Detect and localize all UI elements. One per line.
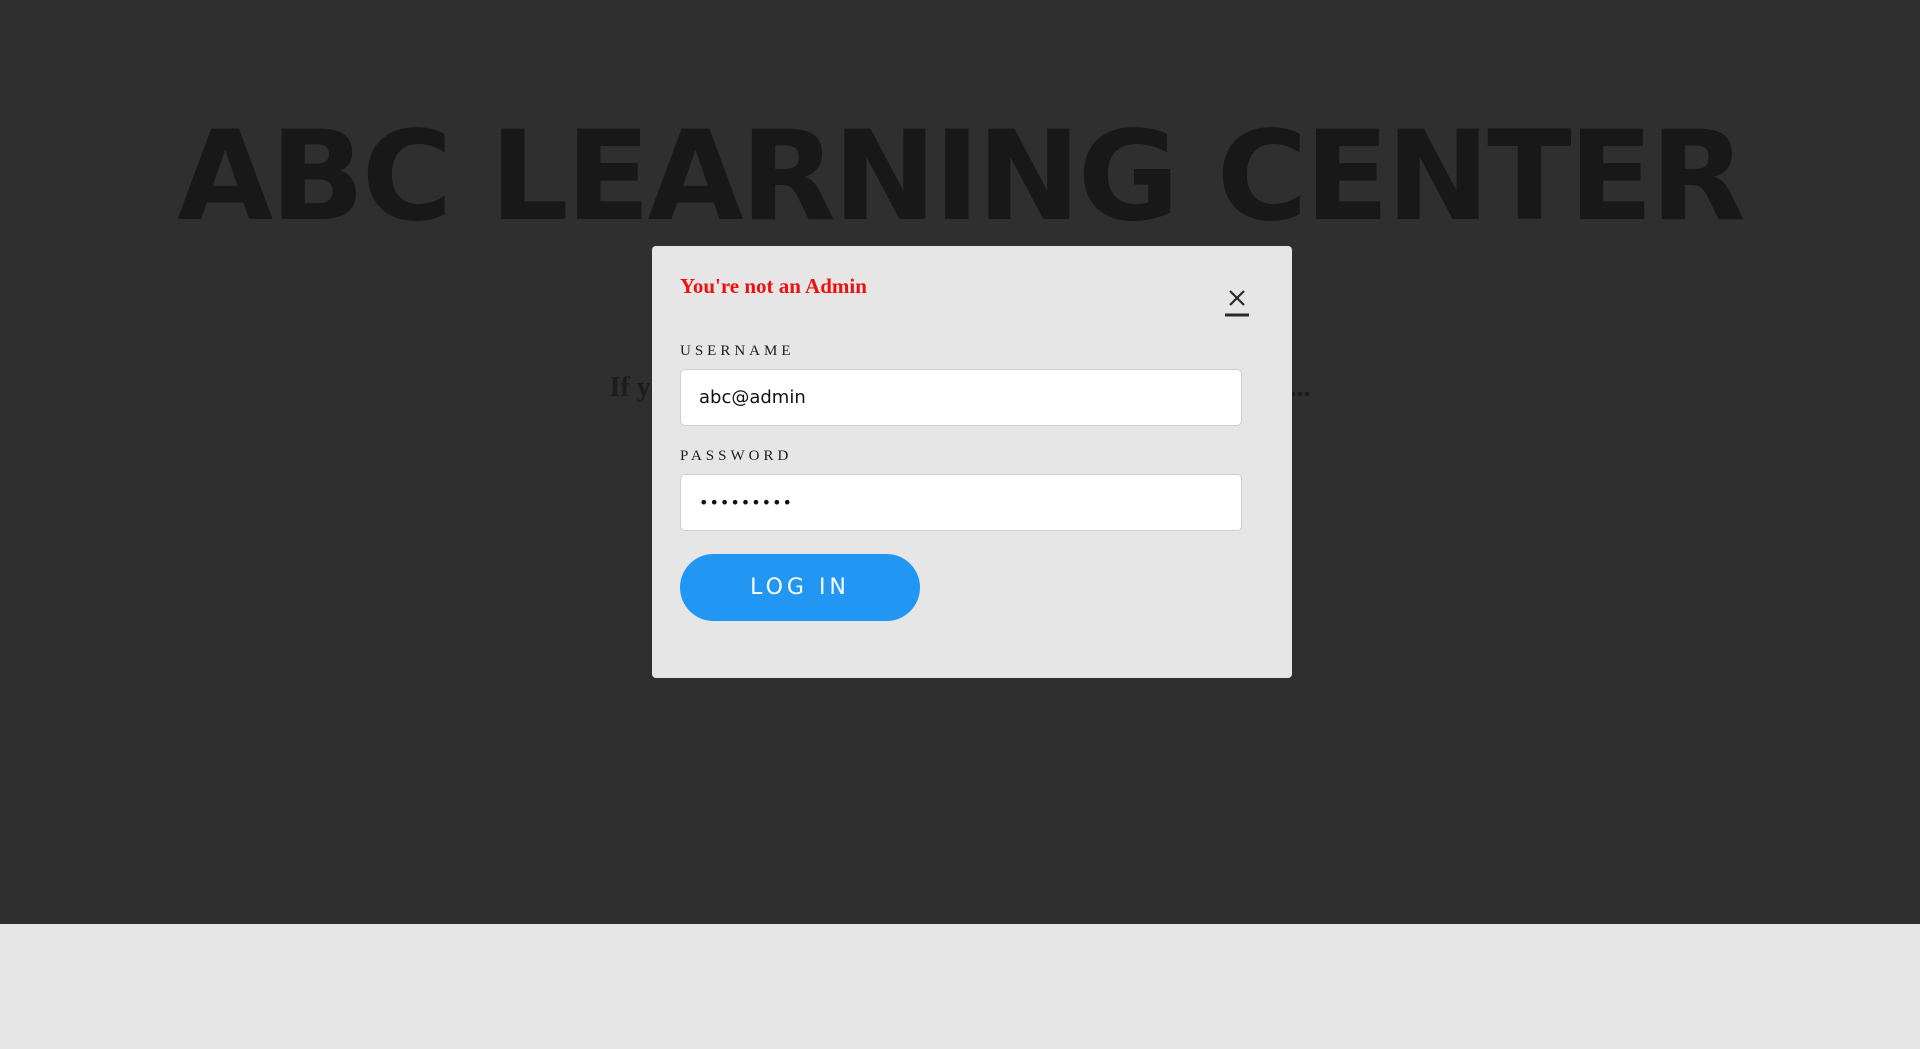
page: ABC LEARNING CENTER If you are an admin,…	[0, 0, 1920, 1049]
login-button[interactable]: LOG IN	[680, 554, 920, 621]
password-input[interactable]	[680, 474, 1242, 531]
login-modal: You're not an Admin USERNAME PASSWORD LO…	[652, 246, 1292, 678]
error-message: You're not an Admin	[680, 274, 867, 298]
username-input[interactable]	[680, 369, 1242, 426]
password-label: PASSWORD	[680, 448, 793, 464]
close-icon	[1225, 290, 1249, 317]
close-button[interactable]	[1222, 284, 1252, 320]
username-label: USERNAME	[680, 343, 795, 359]
site-title: ABC LEARNING CENTER	[177, 105, 1746, 249]
